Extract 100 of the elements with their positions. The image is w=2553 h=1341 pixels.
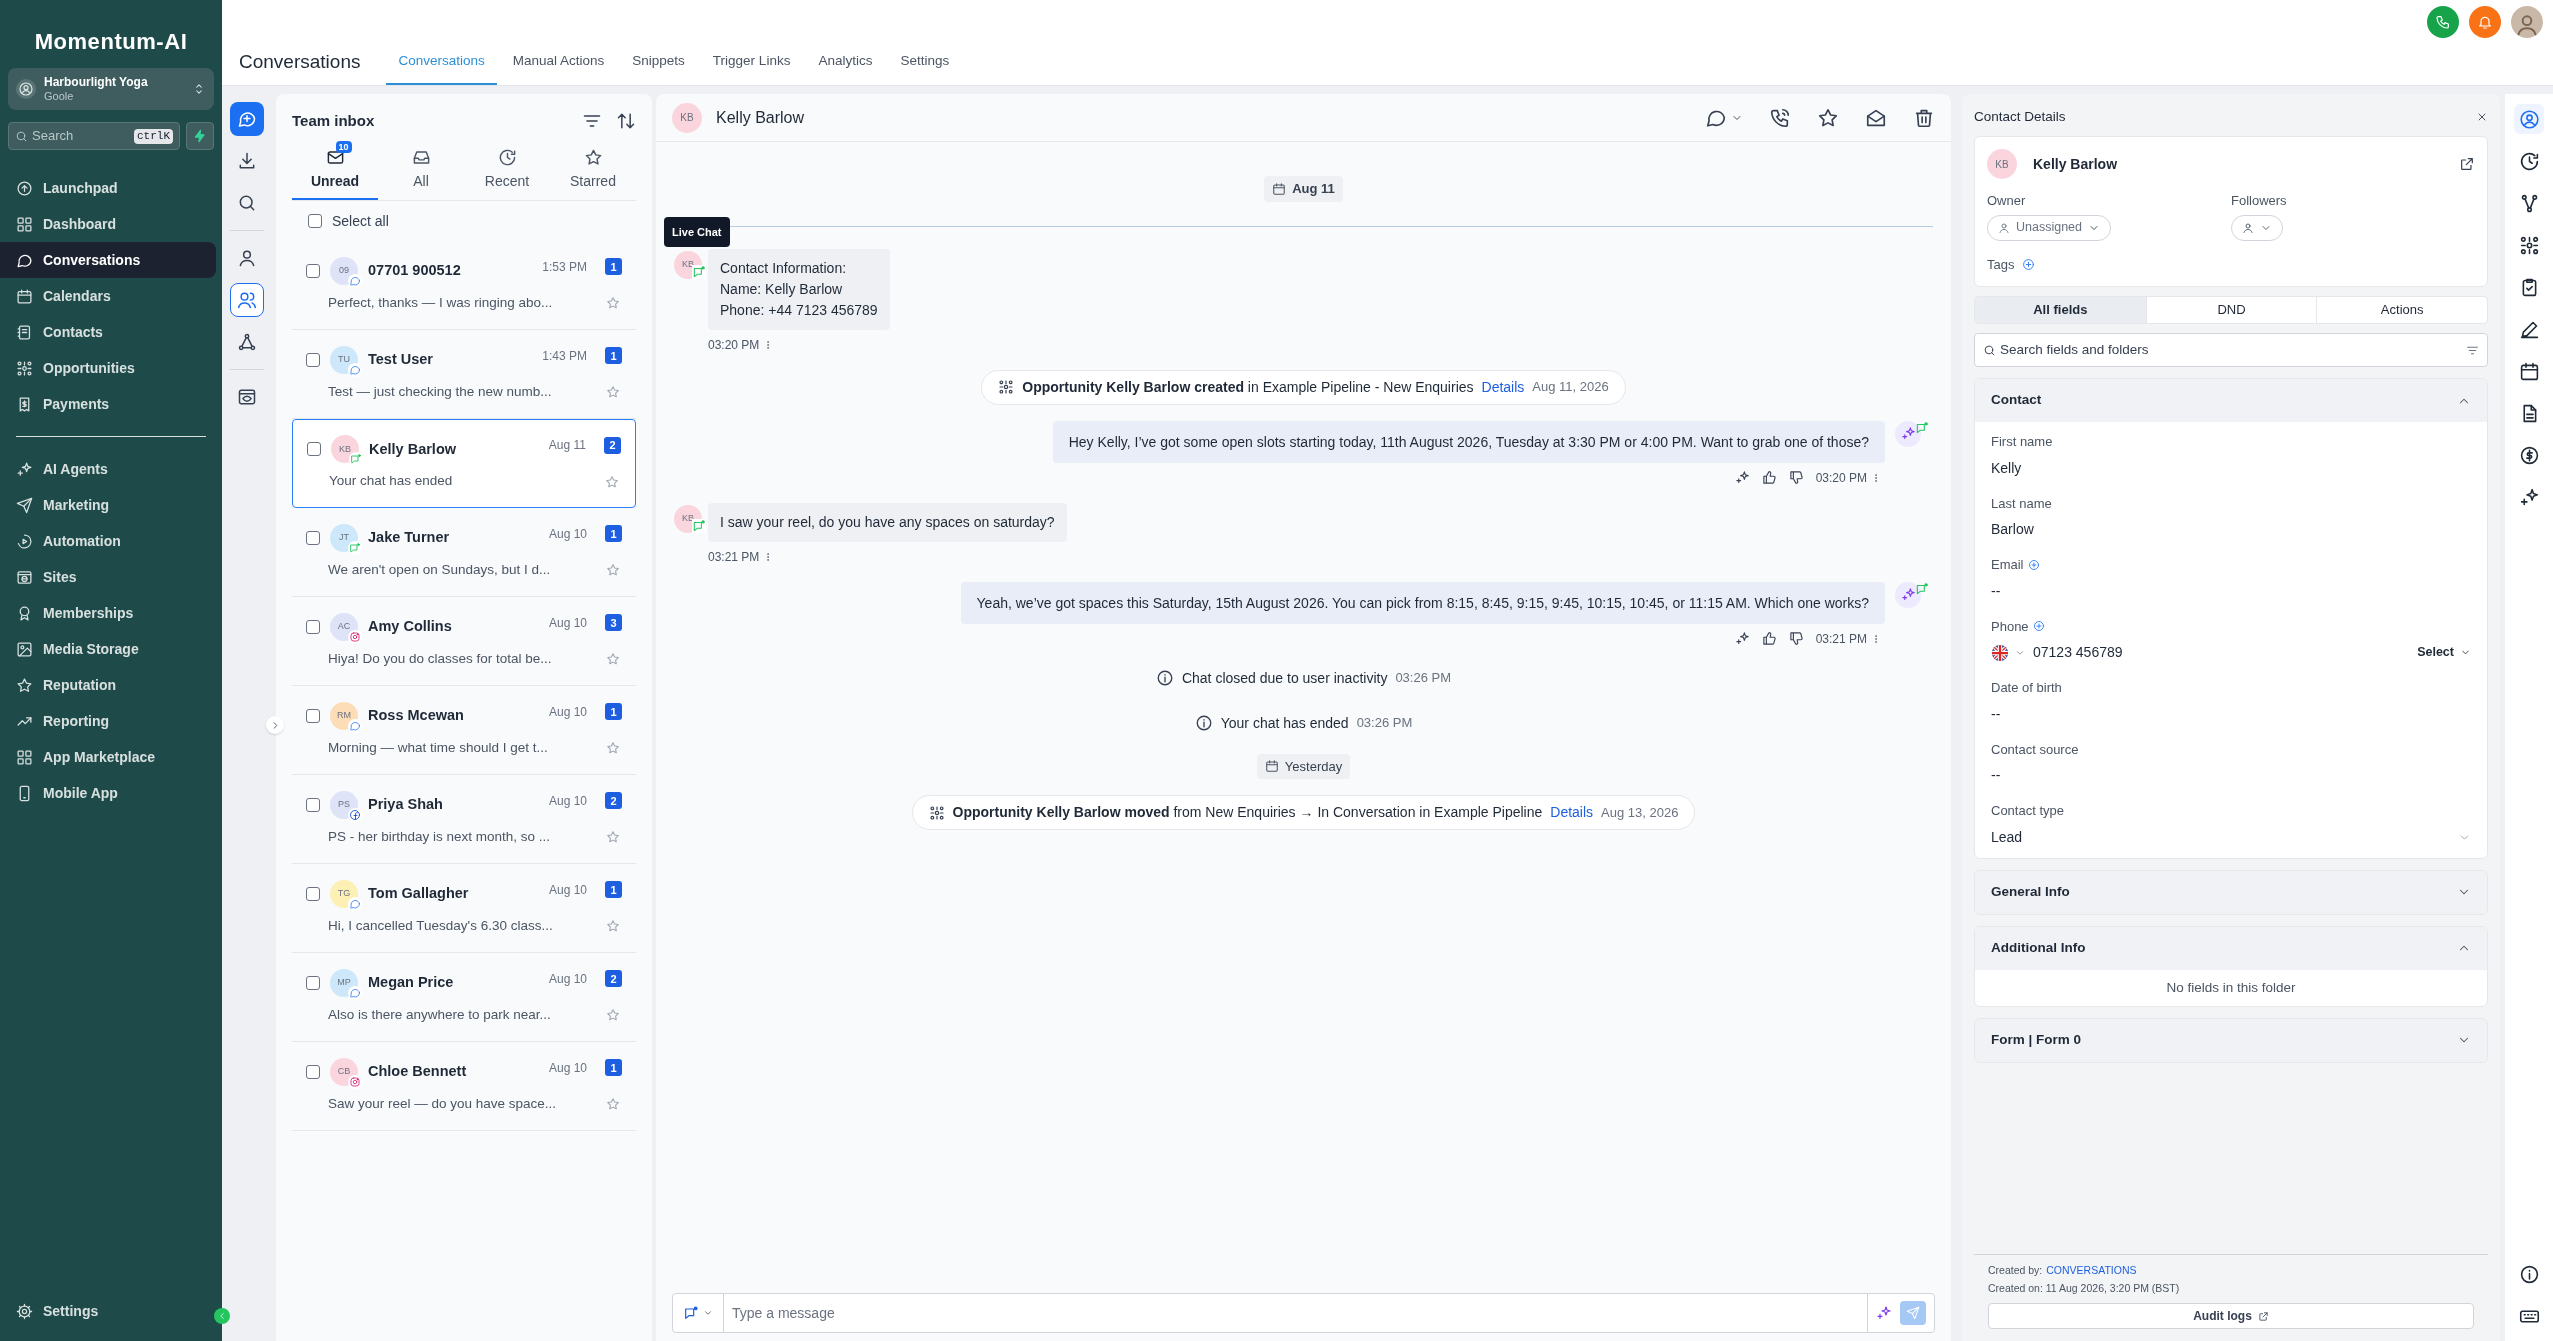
flag-icon[interactable] <box>1991 643 2009 662</box>
nav-item[interactable]: Calendars <box>0 278 216 314</box>
nav-item[interactable]: Sites <box>0 559 216 595</box>
notifications-button[interactable] <box>2469 6 2501 38</box>
add-icon[interactable] <box>2022 257 2036 271</box>
star-icon[interactable] <box>606 652 620 666</box>
checkbox[interactable] <box>306 797 320 812</box>
nav-item[interactable]: Reputation <box>0 667 216 703</box>
search-field[interactable]: Search fields and folders <box>1974 333 2488 367</box>
nav-tab[interactable]: Manual Actions <box>500 40 617 85</box>
nav-item[interactable]: Marketing <box>0 487 216 523</box>
external-link-icon <box>2257 1310 2269 1322</box>
nav-tab[interactable]: Settings <box>888 40 962 85</box>
star-icon[interactable] <box>606 296 620 310</box>
search-input[interactable]: Search <box>32 126 130 146</box>
collapse-button[interactable] <box>214 1308 230 1324</box>
conversation-item[interactable]: MP Megan Price Aug 10 2 Also is there anywhere to park near... <box>292 953 636 1042</box>
nav-item[interactable]: Automation <box>0 523 216 559</box>
account-switcher[interactable]: Harbourlight Yoga Goole <box>8 68 214 110</box>
star-icon[interactable] <box>606 919 620 933</box>
sparkle-icon[interactable] <box>1734 470 1750 485</box>
nav-item[interactable]: Conversations <box>0 242 216 278</box>
add-icon[interactable] <box>2032 620 2045 633</box>
nav-item[interactable]: Launchpad <box>0 170 216 206</box>
sort-button[interactable] <box>616 111 636 131</box>
checkbox[interactable] <box>306 708 320 723</box>
nav-item[interactable]: App Marketplace <box>0 739 216 775</box>
conversation-item[interactable]: 09 07701 900512 1:53 PM 1 Perfect, thanks — I was ringing abo... <box>292 241 636 330</box>
section-header[interactable]: General Info <box>1975 870 2487 914</box>
conversation-item[interactable]: JT Jake Turner Aug 10 1 We aren't open on Sundays, but I d... <box>292 508 636 597</box>
add-icon[interactable] <box>2027 558 2040 571</box>
filter-tab[interactable]: Recent <box>464 142 550 200</box>
filter-tab[interactable]: 10 Unread <box>292 142 378 200</box>
call-button[interactable] <box>1769 106 1791 129</box>
thumbs-up-icon[interactable] <box>1761 631 1777 646</box>
star-icon[interactable] <box>606 385 620 399</box>
created-by-link[interactable]: CONVERSATIONS <box>2046 1262 2137 1279</box>
conversation-item[interactable]: CB Chloe Bennett Aug 10 1 Saw your reel — do you have space... <box>292 1042 636 1131</box>
nav-item[interactable]: Opportunities <box>0 350 216 386</box>
section-header[interactable]: Form | Form 0 <box>1975 1018 2487 1062</box>
nav-item[interactable]: Dashboard <box>0 206 216 242</box>
search-input[interactable]: Search fields and folders <box>2000 339 2462 361</box>
checkbox[interactable] <box>306 619 320 634</box>
profile-avatar[interactable] <box>2511 6 2543 38</box>
sparkle-icon[interactable] <box>1734 631 1750 646</box>
checkbox[interactable] <box>306 530 320 545</box>
quick-action-button[interactable] <box>186 122 214 150</box>
details-link[interactable]: Details <box>1481 376 1525 398</box>
select-all-label[interactable]: Select all <box>332 210 389 232</box>
star-icon[interactable] <box>606 1008 620 1022</box>
select-field[interactable]: Lead <box>1991 826 2471 848</box>
conversation-item[interactable]: TG Tom Gallagher Aug 10 1 Hi, I cancelled Tuesday's 6.30 class... <box>292 864 636 953</box>
nav-item[interactable]: Memberships <box>0 595 216 631</box>
section-header[interactable]: Additional Info <box>1975 926 2487 970</box>
settings-link[interactable]: Settings <box>0 1293 222 1329</box>
rail-button[interactable] <box>230 102 264 136</box>
thumbs-down-icon[interactable] <box>1788 470 1804 485</box>
nav-tab[interactable]: Trigger Links <box>700 40 803 85</box>
close-button[interactable] <box>2476 111 2488 123</box>
checkbox[interactable] <box>306 1064 320 1079</box>
checkbox[interactable] <box>308 214 322 228</box>
nav-item[interactable]: Reporting <box>0 703 216 739</box>
nav-tab[interactable]: Conversations <box>386 40 497 85</box>
field-tab[interactable]: DND <box>2145 297 2317 323</box>
star-icon[interactable] <box>605 474 619 489</box>
checkbox[interactable] <box>306 263 320 278</box>
field-tab[interactable]: Actions <box>2316 297 2487 323</box>
nav-item[interactable]: Contacts <box>0 314 216 350</box>
star-icon[interactable] <box>606 1097 620 1111</box>
star-icon[interactable] <box>606 830 620 844</box>
star-icon[interactable] <box>606 563 620 577</box>
star-icon[interactable] <box>606 741 620 755</box>
nav-tab[interactable]: Analytics <box>806 40 885 85</box>
star-button[interactable] <box>1817 106 1839 129</box>
checkbox[interactable] <box>306 975 320 990</box>
open-contact-button[interactable] <box>2459 156 2475 172</box>
nav-tab[interactable]: Snippets <box>620 40 697 85</box>
conversation-item[interactable]: AC Amy Collins Aug 10 3 Hiya! Do you do classes for total be... <box>292 597 636 686</box>
nav-item[interactable]: AI Agents <box>0 451 216 487</box>
section-header[interactable]: Contact <box>1975 379 2487 422</box>
info-icon <box>1194 714 1213 732</box>
audit-logs-button[interactable]: Audit logs <box>1988 1303 2474 1329</box>
search-field[interactable]: Search ctrlK <box>8 122 180 150</box>
nav-item[interactable]: Media Storage <box>0 631 216 667</box>
checkbox[interactable] <box>306 886 320 901</box>
nav-item[interactable]: Mobile App <box>0 775 216 811</box>
checkbox[interactable] <box>307 442 321 457</box>
filter-tab[interactable]: Starred <box>550 142 636 200</box>
filter-tab[interactable]: All <box>378 142 464 200</box>
conversation-item[interactable]: KB Kelly Barlow Aug 11 2 Your chat has ended <box>292 419 636 508</box>
type-select[interactable]: Select <box>2417 643 2471 662</box>
conversation-item[interactable]: PS Priya Shah Aug 10 2 PS - her birthday is next month, so ... <box>292 775 636 864</box>
details-link[interactable]: Details <box>1550 802 1594 823</box>
field-tab[interactable]: All fields <box>1975 297 2146 323</box>
thumbs-up-icon[interactable] <box>1761 470 1777 485</box>
thumbs-down-icon[interactable] <box>1788 631 1804 646</box>
checkbox[interactable] <box>306 352 320 367</box>
conversation-item[interactable]: RM Ross Mcewan Aug 10 1 Morning — what time should I get t... <box>292 686 636 775</box>
rail-button[interactable] <box>230 283 264 317</box>
nav-item[interactable]: Payments <box>0 386 216 422</box>
